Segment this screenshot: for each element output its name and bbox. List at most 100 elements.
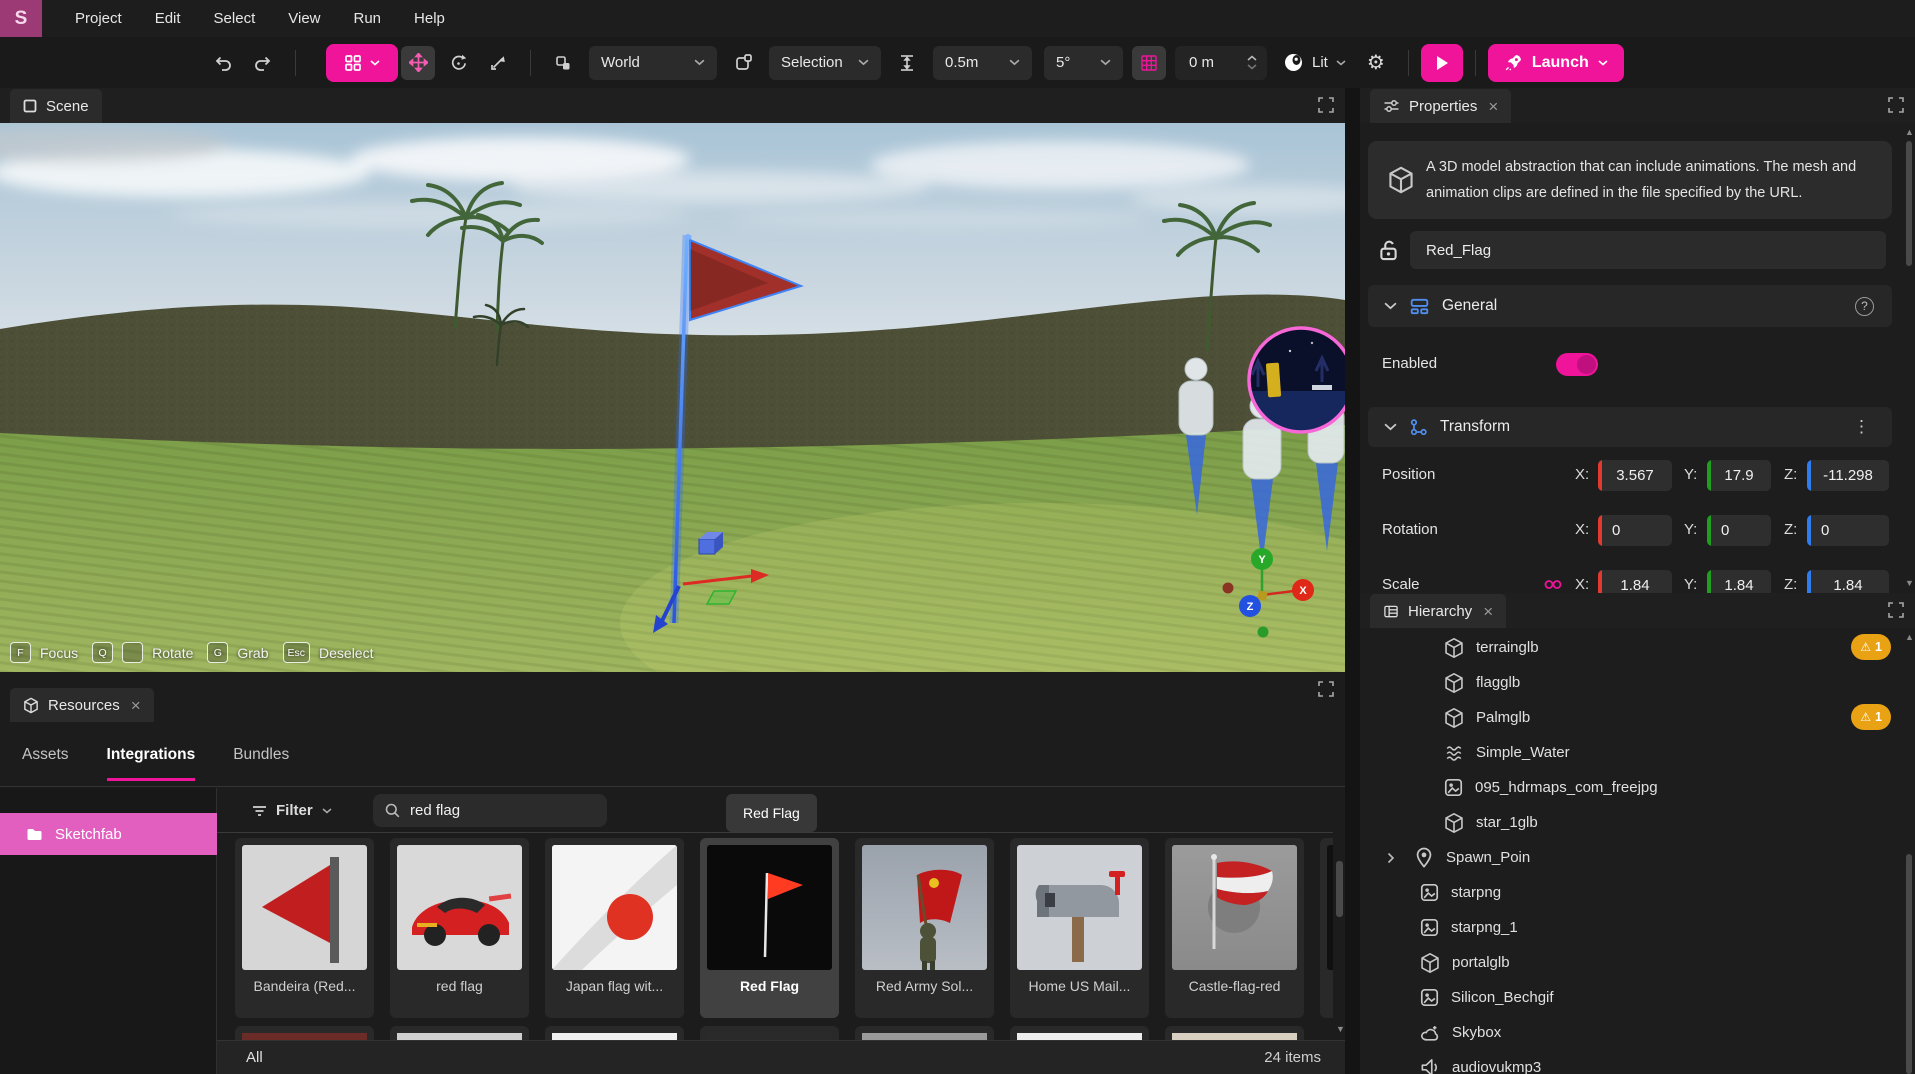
move-snap-dropdown[interactable]: 0.5m — [933, 46, 1032, 80]
scroll-up-icon[interactable]: ▲ — [1905, 127, 1914, 137]
asset-card-mailbox[interactable]: Home US Mail... — [1010, 838, 1149, 1018]
scrollbar[interactable] — [1906, 854, 1912, 1074]
close-icon[interactable]: × — [131, 697, 141, 714]
app-logo[interactable]: S — [0, 0, 42, 37]
hierarchy-item-star1glb[interactable]: star_1glb — [1360, 805, 1915, 840]
layout-grid-dropdown[interactable] — [326, 44, 398, 82]
redo-button[interactable] — [246, 46, 280, 80]
tab-scene[interactable]: Scene — [10, 89, 102, 123]
hierarchy-item-audiovukmp3[interactable]: audiovukmp3 — [1360, 1050, 1915, 1074]
rotation-y-field[interactable]: 0 — [1707, 515, 1771, 546]
menu-view[interactable]: View — [288, 10, 320, 27]
asset-card-partial[interactable] — [545, 1026, 684, 1040]
asset-card-partial[interactable] — [1320, 838, 1333, 1018]
close-icon[interactable]: × — [1483, 603, 1493, 620]
tab-integrations[interactable]: Integrations — [107, 728, 196, 781]
section-transform[interactable]: Transform ⋮ — [1368, 407, 1892, 447]
scene-viewport[interactable]: Y X Z F Focus Q Rotate G Grab Esc Desele… — [0, 123, 1345, 673]
menu-project[interactable]: Project — [75, 10, 122, 27]
asset-card-red-army[interactable]: Red Army Sol... — [855, 838, 994, 1018]
scale-x-field[interactable]: 1.84 — [1598, 570, 1672, 593]
hierarchy-item-terrainglb[interactable]: terrainglb ⚠1 — [1360, 630, 1915, 665]
object-name-field[interactable] — [1410, 231, 1886, 269]
snap-vertical-button[interactable] — [890, 46, 924, 80]
asset-card-partial[interactable] — [235, 1026, 374, 1040]
warning-badge[interactable]: ⚠1 — [1851, 704, 1891, 730]
scroll-down-icon[interactable]: ▼ — [1336, 1024, 1345, 1034]
expand-icon[interactable] — [1318, 97, 1334, 113]
search-input[interactable] — [410, 802, 590, 819]
tab-bundles[interactable]: Bundles — [233, 728, 289, 781]
rotation-x-field[interactable]: 0 — [1598, 515, 1672, 546]
hierarchy-item-palmglb[interactable]: Palmglb ⚠1 — [1360, 700, 1915, 735]
asset-card-red-flag-car[interactable]: red flag — [390, 838, 529, 1018]
warning-badge[interactable]: ⚠1 — [1851, 634, 1891, 660]
shading-dropdown[interactable]: Lit — [1283, 52, 1346, 73]
tab-properties[interactable]: Properties × — [1370, 89, 1511, 123]
hierarchy-item-spawn-point[interactable]: Spawn_Poin — [1360, 840, 1915, 875]
pivot-dropdown[interactable]: Selection — [769, 46, 881, 80]
rotation-z-field[interactable]: 0 — [1807, 515, 1889, 546]
rotate-snap-dropdown[interactable]: 5° — [1044, 46, 1123, 80]
undo-button[interactable] — [206, 46, 240, 80]
hierarchy-item-starpng[interactable]: starpng — [1360, 875, 1915, 910]
unlock-icon[interactable] — [1378, 239, 1399, 261]
position-x-field[interactable]: 3.567 — [1598, 460, 1672, 491]
hierarchy-item-hdrmap[interactable]: 095_hdrmaps_com_freejpg — [1360, 770, 1915, 805]
search-box[interactable] — [373, 794, 607, 827]
close-icon[interactable]: × — [1488, 98, 1498, 115]
section-general[interactable]: General ? — [1368, 285, 1892, 327]
bounding-box-button[interactable] — [726, 46, 760, 80]
hierarchy-item-portalglb[interactable]: portalglb — [1360, 945, 1915, 980]
grid-snap-button[interactable] — [1132, 46, 1166, 80]
asset-card-red-flag-selected[interactable]: Red Flag — [700, 838, 839, 1018]
asset-card-castle-flag[interactable]: Castle-flag-red — [1165, 838, 1304, 1018]
link-icon[interactable] — [1544, 577, 1562, 592]
scrollbar[interactable] — [1906, 141, 1912, 266]
menu-run[interactable]: Run — [354, 10, 382, 27]
hierarchy-item-starpng1[interactable]: starpng_1 — [1360, 910, 1915, 945]
asset-card-partial[interactable] — [1010, 1026, 1149, 1040]
play-button[interactable] — [1421, 44, 1463, 82]
scale-y-field[interactable]: 1.84 — [1707, 570, 1771, 593]
tab-assets[interactable]: Assets — [22, 728, 69, 781]
scrollbar[interactable] — [1336, 861, 1343, 917]
scroll-up-icon[interactable]: ▲ — [1905, 632, 1914, 642]
hierarchy-item-silicon-bechgif[interactable]: Silicon_Bechgif — [1360, 980, 1915, 1015]
expand-icon[interactable] — [1318, 681, 1334, 697]
hierarchy-item-skybox[interactable]: Skybox — [1360, 1015, 1915, 1050]
tab-hierarchy[interactable]: Hierarchy × — [1370, 594, 1506, 628]
chevron-right-icon[interactable] — [1386, 852, 1396, 864]
scroll-down-icon[interactable]: ▼ — [1905, 578, 1914, 588]
menu-help[interactable]: Help — [414, 10, 445, 27]
rotate-tool-button[interactable] — [441, 46, 475, 80]
menu-select[interactable]: Select — [214, 10, 256, 27]
asset-card-partial[interactable] — [1165, 1026, 1304, 1040]
asset-card-japan-flag[interactable]: Japan flag wit... — [545, 838, 684, 1018]
menu-edit[interactable]: Edit — [155, 10, 181, 27]
expand-icon[interactable] — [1888, 97, 1904, 113]
hierarchy-item-flagglb[interactable]: flagglb — [1360, 665, 1915, 700]
transform-space-dropdown[interactable]: World — [589, 46, 717, 80]
scale-z-field[interactable]: 1.84 — [1807, 570, 1889, 593]
help-icon[interactable]: ? — [1855, 297, 1874, 316]
hierarchy-item-simple-water[interactable]: Simple_Water — [1360, 735, 1915, 770]
position-z-field[interactable]: -11.298 — [1807, 460, 1889, 491]
asset-card-partial[interactable] — [855, 1026, 994, 1040]
enabled-toggle[interactable] — [1556, 353, 1598, 376]
elevation-stepper[interactable]: 0 m — [1175, 46, 1267, 80]
filter-dropdown[interactable]: Filter — [252, 802, 332, 819]
asset-card-bandeira[interactable]: Bandeira (Red... — [235, 838, 374, 1018]
settings-button[interactable]: ⚙ — [1359, 46, 1393, 80]
kebab-icon[interactable]: ⋮ — [1853, 417, 1870, 437]
footer-all[interactable]: All — [246, 1049, 263, 1066]
transform-space-button[interactable] — [546, 46, 580, 80]
sidebar-item-sketchfab[interactable]: Sketchfab — [0, 813, 217, 855]
move-tool-button[interactable] — [401, 46, 435, 80]
scale-tool-button[interactable] — [481, 46, 515, 80]
asset-card-partial[interactable] — [700, 1026, 839, 1040]
launch-button[interactable]: Launch — [1488, 44, 1624, 82]
expand-icon[interactable] — [1888, 602, 1904, 618]
tab-resources[interactable]: Resources × — [10, 688, 154, 722]
asset-card-partial[interactable] — [390, 1026, 529, 1040]
